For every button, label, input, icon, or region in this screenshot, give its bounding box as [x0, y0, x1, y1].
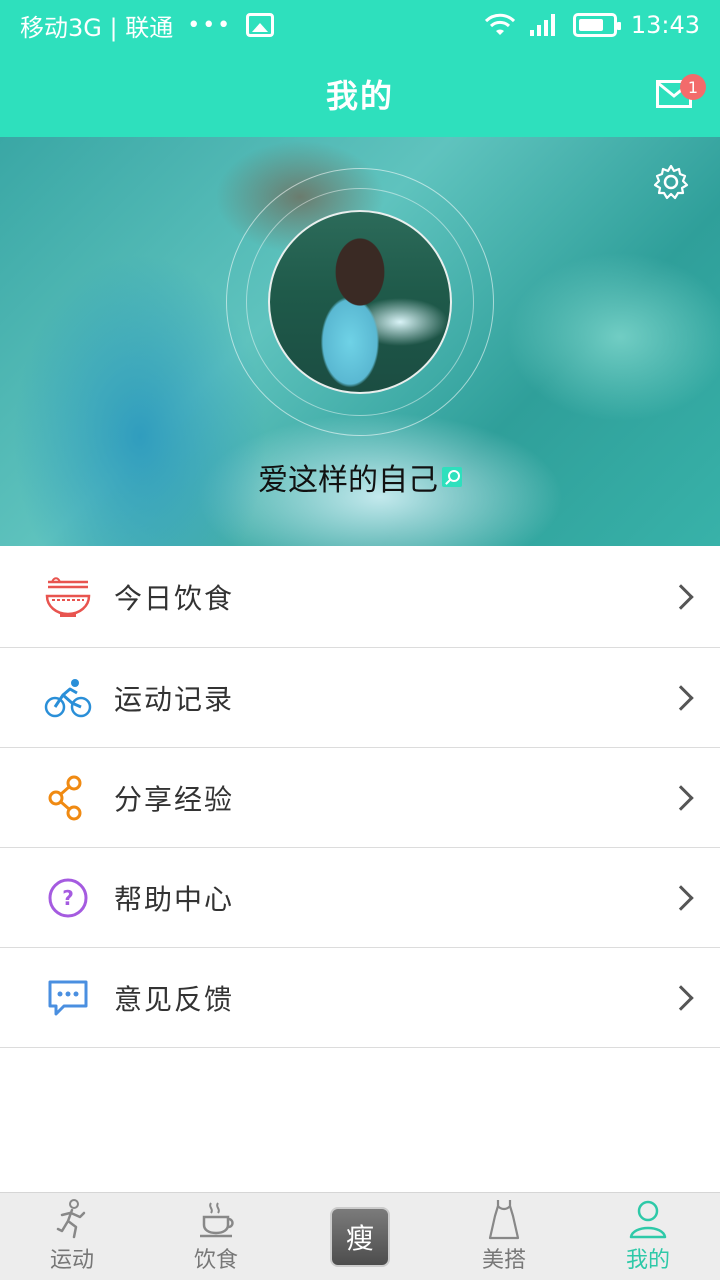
menu-item-feedback[interactable]: 意见反馈 [0, 948, 720, 1048]
menu-item-share-experience[interactable]: 分享经验 [0, 748, 720, 848]
menu-item-exercise-record[interactable]: 运动记录 [0, 648, 720, 748]
chevron-right-icon [668, 884, 694, 911]
chevron-right-icon [668, 984, 694, 1011]
feedback-icon [42, 975, 94, 1021]
tab-mine[interactable]: 我的 [576, 1193, 720, 1280]
menu-label: 帮助中心 [114, 882, 235, 916]
menu-list: 今日饮食 运动记录 分享经验 ? 帮助中心 意见反馈 [0, 546, 720, 1048]
gear-icon[interactable] [652, 163, 690, 201]
status-bar: 移动3G | 联通 ••• 13:43 [0, 0, 720, 50]
battery-icon [572, 13, 621, 37]
menu-label: 今日饮食 [114, 581, 235, 615]
tab-exercise[interactable]: 运动 [0, 1193, 144, 1280]
carrier-text: 移动3G | 联通 [20, 13, 174, 42]
edit-nickname-icon[interactable] [442, 467, 462, 487]
share-icon [42, 775, 94, 821]
menu-item-help-center[interactable]: ? 帮助中心 [0, 848, 720, 948]
menu-label: 意见反馈 [114, 982, 235, 1016]
tab-label: 我的 [625, 1248, 670, 1273]
person-icon [628, 1198, 668, 1240]
clock-text: 13:43 [630, 11, 700, 39]
runner-icon [52, 1198, 92, 1240]
nickname: 爱这样的自己 [258, 463, 438, 498]
svg-text:?: ? [62, 886, 74, 910]
bicycle-icon [42, 675, 94, 721]
profile-header: 爱这样的自己 [0, 137, 720, 546]
chevron-right-icon [668, 583, 694, 610]
page-title: 我的 [325, 76, 394, 115]
tab-label: 美搭 [481, 1248, 526, 1273]
tab-outfit[interactable]: 美搭 [432, 1193, 576, 1280]
tab-center-logo[interactable]: 瘦 [288, 1193, 432, 1280]
help-icon: ? [42, 875, 94, 921]
signal-icon [529, 14, 555, 36]
menu-label: 分享经验 [114, 782, 235, 816]
title-bar: 我的 1 [0, 50, 720, 137]
dress-icon [484, 1198, 524, 1240]
nickname-row: 爱这样的自己 [0, 455, 720, 499]
status-right: 13:43 [484, 11, 700, 39]
mail-badge: 1 [680, 74, 706, 100]
coffee-cup-icon [196, 1198, 236, 1240]
noodle-bowl-icon [42, 574, 94, 620]
chevron-right-icon [668, 684, 694, 711]
more-dots: ••• [187, 12, 233, 38]
app-logo: 瘦 [330, 1206, 390, 1267]
menu-label: 运动记录 [114, 682, 235, 716]
bottom-tab-bar: 运动 饮食 瘦 美搭 我的 [0, 1192, 720, 1280]
tab-label: 运动 [49, 1248, 94, 1273]
tab-label: 饮食 [193, 1248, 238, 1273]
tab-diet[interactable]: 饮食 [144, 1193, 288, 1280]
chevron-right-icon [668, 784, 694, 811]
image-notification-icon [246, 13, 275, 37]
status-left: 移动3G | 联通 ••• [20, 8, 275, 43]
avatar[interactable] [268, 210, 452, 394]
wifi-icon [484, 13, 515, 35]
menu-item-today-diet[interactable]: 今日饮食 [0, 546, 720, 648]
